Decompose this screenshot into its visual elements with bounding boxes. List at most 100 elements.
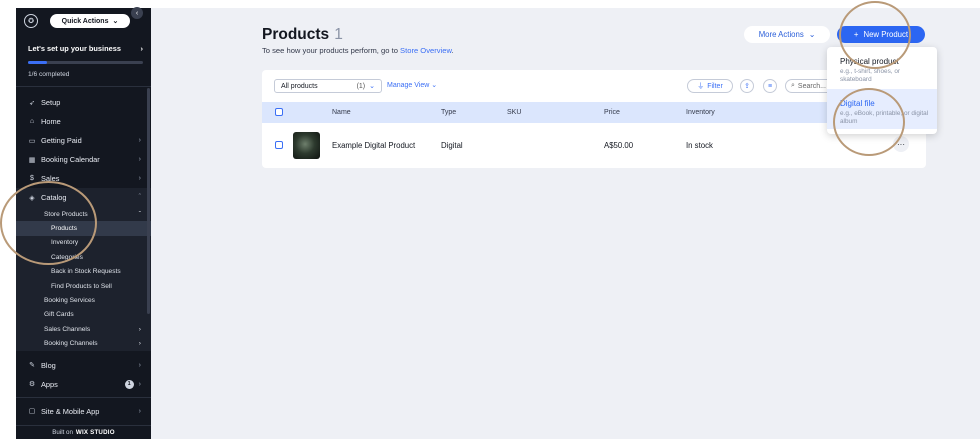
filter-select-value: All products <box>281 82 318 90</box>
product-type: Digital <box>441 141 463 150</box>
sidebar-footer: Built on WIX STUDIO <box>16 425 151 439</box>
product-price: A$50.00 <box>604 141 634 150</box>
chevron-right-icon: › <box>138 361 141 369</box>
sidebar-scrollbar[interactable] <box>147 88 150 314</box>
export-icon: ⇪ <box>744 83 750 90</box>
chevron-down-icon: ⌄ <box>808 30 816 39</box>
columns-settings-button[interactable]: ≡ <box>763 79 777 93</box>
filter-icon: ⏚ <box>697 83 705 90</box>
column-header-type[interactable]: Type <box>441 109 456 116</box>
sidebar-item-label: Booking Calendar <box>41 155 100 164</box>
row-checkbox[interactable] <box>275 141 283 149</box>
sidebar-sub-booking-channels[interactable]: Booking Channels › <box>16 337 151 351</box>
sidebar-sub-label: Booking Channels <box>44 340 98 348</box>
setup-widget[interactable]: Let's set up your business › 1/6 complet… <box>16 34 151 78</box>
wix-studio-logo: WIX STUDIO <box>75 429 115 436</box>
manage-view-label: Manage View <box>387 82 430 89</box>
apps-icon: ⚙ <box>28 381 36 389</box>
apps-count-badge: 1 <box>124 379 134 389</box>
sidebar-sub-booking-services[interactable]: Booking Services <box>16 293 151 307</box>
chevron-right-icon: › <box>138 325 141 333</box>
setup-progress-text: 1/6 completed <box>28 71 70 78</box>
manage-view-link[interactable]: Manage View ⌄ <box>387 81 437 89</box>
sales-icon: $ <box>30 175 34 182</box>
chevron-right-icon: › <box>138 137 141 144</box>
chevron-down-icon: ⌄ <box>369 83 375 90</box>
subtitle-text: To see how your products perform, go to <box>262 46 398 55</box>
sidebar-item-home[interactable]: ⌂ Home <box>16 112 151 131</box>
blog-icon: ✎ <box>29 362 35 370</box>
sidebar-item-label: Apps <box>41 379 58 389</box>
app-frame: ✪ Quick Actions ⌄ Let's set up your busi… <box>0 0 980 439</box>
chevron-right-icon: › <box>138 175 141 182</box>
collapse-sidebar-button[interactable]: ‹ <box>131 7 143 19</box>
sidebar-sub-back-in-stock[interactable]: Back in Stock Requests <box>16 265 151 279</box>
chevron-down-icon: ⌄ <box>431 82 438 89</box>
sidebar-sub-gift-cards[interactable]: Gift Cards <box>16 308 151 322</box>
sidebar-item-site-mobile-app[interactable]: ▢ Site & Mobile App › <box>16 402 151 421</box>
chevron-up-icon: ˆ <box>138 194 141 201</box>
sidebar-item-getting-paid[interactable]: ▭ Getting Paid › <box>16 131 151 150</box>
settings-sliders-icon: ≡ <box>767 82 773 90</box>
sidebar-sub-find-products[interactable]: Find Products to Sell <box>16 279 151 293</box>
column-header-inventory[interactable]: Inventory <box>686 109 715 116</box>
sidebar-sub-label: Back in Stock Requests <box>51 268 121 276</box>
sidebar-sub-label: Gift Cards <box>44 311 74 319</box>
highlight-circle-products <box>0 181 97 265</box>
search-icon: ⌕ <box>791 82 795 89</box>
subtitle-suffix: . <box>451 46 454 55</box>
setup-progress-bar <box>28 61 143 64</box>
chevron-down-icon: ⌄ <box>112 18 119 25</box>
payment-icon: ▭ <box>28 137 36 145</box>
rocket-icon: ➶ <box>29 99 35 107</box>
sidebar-sub-label: Booking Services <box>44 297 95 305</box>
more-actions-button[interactable]: More Actions ⌄ <box>744 26 830 43</box>
menu-item-description: e.g., t-shirt, shoes, or skateboard <box>840 68 901 84</box>
select-all-checkbox[interactable] <box>275 108 283 116</box>
chevron-up-icon: ˆ <box>138 210 141 218</box>
setup-title: Let's set up your business <box>28 44 121 53</box>
filter-button[interactable]: ⏚ Filter <box>687 79 733 93</box>
sidebar-divider <box>16 396 151 398</box>
setup-progress-fill <box>28 61 48 64</box>
sidebar-sub-label: Find Products to Sell <box>51 282 112 290</box>
sidebar-item-apps[interactable]: ⚙ Apps 1 › <box>16 375 151 394</box>
filter-label: Filter <box>707 82 723 90</box>
quick-actions-button[interactable]: Quick Actions ⌄ <box>50 14 130 28</box>
chevron-right-icon: › <box>138 340 141 348</box>
sidebar-sub-sales-channels[interactable]: Sales Channels › <box>16 322 151 336</box>
product-thumbnail <box>293 132 320 159</box>
column-header-sku[interactable]: SKU <box>507 109 521 116</box>
sidebar-divider <box>16 86 151 87</box>
filter-select-count: (1) <box>356 82 366 90</box>
product-inventory: In stock <box>686 141 713 150</box>
page-title: Products 1 <box>262 26 343 44</box>
quick-actions-label: Quick Actions <box>61 17 109 25</box>
page-title-text: Products <box>262 26 330 43</box>
sidebar-item-blog[interactable]: ✎ Blog › <box>16 356 151 375</box>
highlight-circle-digital-file <box>833 88 905 156</box>
site-icon: ▢ <box>28 408 36 416</box>
column-header-name[interactable]: Name <box>332 109 351 116</box>
sidebar-item-label: Blog <box>41 360 56 370</box>
sidebar-item-label: Getting Paid <box>41 136 82 145</box>
column-header-price[interactable]: Price <box>604 109 620 116</box>
chevron-right-icon: › <box>138 380 141 388</box>
store-overview-link[interactable]: Store Overview <box>400 46 452 55</box>
page-subtitle: To see how your products perform, go to … <box>262 46 454 55</box>
export-button[interactable]: ⇪ <box>740 79 754 93</box>
footer-prefix: Built on <box>52 429 73 436</box>
chevron-right-icon: › <box>138 407 141 415</box>
sidebar-item-label: Setup <box>41 98 61 107</box>
sidebar-item-setup[interactable]: ➶ Setup <box>16 93 151 112</box>
calendar-icon: ▦ <box>28 156 36 164</box>
site-logo-icon[interactable]: ✪ <box>24 14 38 28</box>
sidebar-sub-label: Sales Channels <box>44 325 91 333</box>
chevron-right-icon: › <box>138 156 141 163</box>
chevron-right-icon: › <box>140 44 143 53</box>
product-filter-select[interactable]: All products (1) ⌄ <box>274 79 382 93</box>
product-name: Example Digital Product <box>332 141 416 150</box>
sidebar-item-booking-calendar[interactable]: ▦ Booking Calendar › <box>16 150 151 169</box>
sidebar-item-label: Site & Mobile App <box>41 406 100 416</box>
home-icon: ⌂ <box>29 118 35 125</box>
